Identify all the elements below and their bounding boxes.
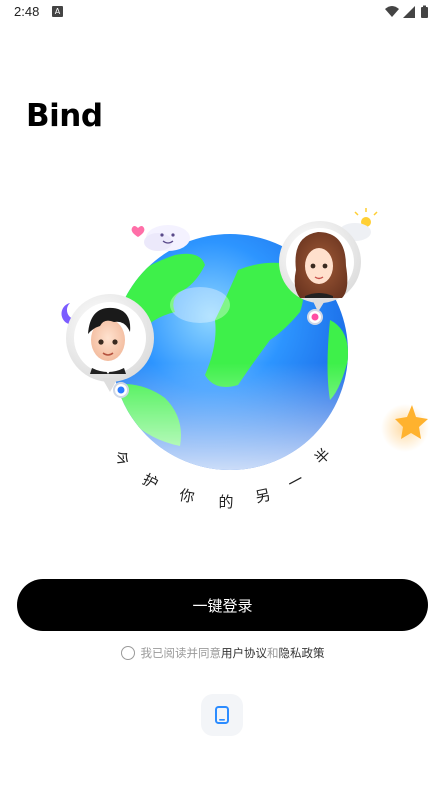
- phone-login-button[interactable]: [201, 694, 243, 736]
- one-click-login-button[interactable]: 一键登录: [17, 579, 428, 631]
- status-time: 2:48: [14, 4, 40, 19]
- slogan-char-1: 今: [110, 447, 133, 470]
- slogan-char-3: 你: [178, 486, 196, 506]
- privacy-policy-link[interactable]: 隐私政策: [279, 645, 325, 661]
- agreement-conjunction: 和: [267, 646, 279, 660]
- status-bar: 2:48 A: [0, 0, 445, 26]
- location-pin-blue: [113, 382, 129, 398]
- cloud-icon: [144, 225, 190, 251]
- wifi-icon: [385, 6, 399, 17]
- agreement-row: 我已阅读并同意 用户协议 和 隐私政策: [0, 644, 445, 662]
- slogan-char-7: 半: [311, 445, 334, 468]
- app-logo: Bind: [26, 98, 103, 134]
- agreement-prefix: 我已阅读并同意: [140, 646, 222, 660]
- phone-icon: [215, 706, 229, 724]
- slogan-char-5: 另: [254, 486, 272, 507]
- status-icons: [383, 4, 435, 20]
- battery-icon: [421, 5, 428, 18]
- heart-icon: [131, 226, 145, 237]
- user-agreement-link[interactable]: 用户协议: [221, 645, 267, 661]
- hero-illustration: 今 护 你 的 另 一 半: [0, 180, 445, 540]
- slogan-char-4: 的: [218, 493, 233, 511]
- agreement-checkbox[interactable]: [120, 646, 135, 660]
- location-pin-pink: [307, 309, 323, 325]
- notification-a-icon: A: [52, 6, 63, 17]
- signal-icon: [403, 6, 415, 18]
- slogan-char-6: 一: [285, 470, 307, 493]
- star-icon: [381, 404, 429, 452]
- slogan-char-2: 护: [139, 470, 161, 493]
